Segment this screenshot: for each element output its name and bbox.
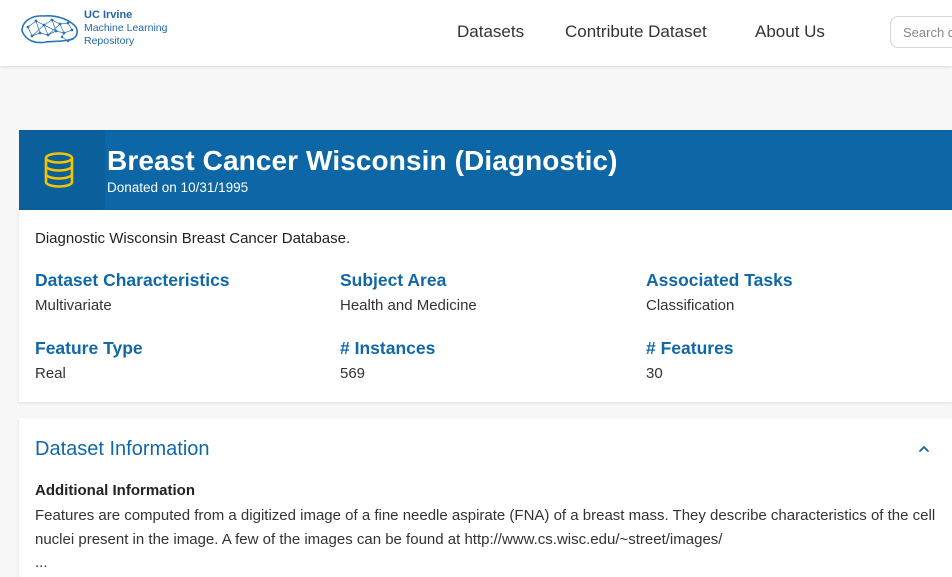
property-feature-type: Feature Type Real: [35, 338, 143, 382]
dataset-information-heading[interactable]: Dataset Information: [35, 438, 210, 461]
nav-contribute-dataset[interactable]: Contribute Dataset: [565, 22, 707, 42]
dataset-title-banner: Breast Cancer Wisconsin (Diagnostic) Don…: [19, 130, 952, 210]
property-label: # Instances: [340, 338, 436, 358]
database-icon: [44, 152, 74, 188]
additional-information-text: Features are computed from a digitized i…: [35, 507, 936, 548]
property-associated-tasks: Associated Tasks Classification: [646, 270, 793, 314]
more-text-ellipsis: ...: [35, 554, 48, 571]
property-value: Multivariate: [35, 297, 112, 314]
dataset-title: Breast Cancer Wisconsin (Diagnostic): [107, 145, 618, 176]
dataset-description: Diagnostic Wisconsin Breast Cancer Datab…: [35, 230, 351, 247]
logo-line-2: Machine Learning: [84, 22, 168, 34]
property-label: Subject Area: [340, 270, 447, 290]
property-value: Health and Medicine: [340, 297, 477, 314]
search-input[interactable]: [890, 16, 952, 48]
chevron-up-icon[interactable]: [917, 442, 931, 456]
property-value: 569: [340, 365, 366, 382]
property-value: Real: [35, 365, 66, 382]
logo-line-1: UC Irvine: [84, 9, 133, 21]
property-value: Classification: [646, 297, 735, 314]
property-dataset-characteristics: Dataset Characteristics Multivariate: [35, 270, 230, 314]
property-subject-area: Subject Area Health and Medicine: [340, 270, 477, 314]
nav-about-us[interactable]: About Us: [755, 22, 825, 42]
property-label: # Features: [646, 338, 734, 358]
logo-text: UC Irvine Machine Learning Repository: [84, 9, 167, 48]
dataset-information-card: Dataset Information Additional Informati…: [19, 418, 952, 577]
dataset-summary-card: Diagnostic Wisconsin Breast Cancer Datab…: [19, 210, 952, 402]
property-label: Feature Type: [35, 338, 143, 358]
property-label: Associated Tasks: [646, 270, 793, 290]
banner-icon-box: [19, 130, 105, 210]
donated-date: Donated on 10/31/1995: [107, 180, 249, 195]
brain-network-icon: [21, 14, 78, 43]
additional-information-heading: Additional Information: [35, 482, 195, 499]
logo-line-3: Repository: [84, 35, 135, 47]
property-instances: # Instances 569: [340, 338, 435, 382]
property-value: 30: [646, 365, 663, 382]
nav-datasets[interactable]: Datasets: [457, 22, 524, 42]
site-logo[interactable]: UC Irvine Machine Learning Repository: [18, 9, 167, 48]
property-label: Dataset Characteristics: [35, 270, 230, 290]
property-features: # Features 30: [646, 338, 734, 382]
top-navbar: UC Irvine Machine Learning Repository Da…: [0, 0, 952, 66]
